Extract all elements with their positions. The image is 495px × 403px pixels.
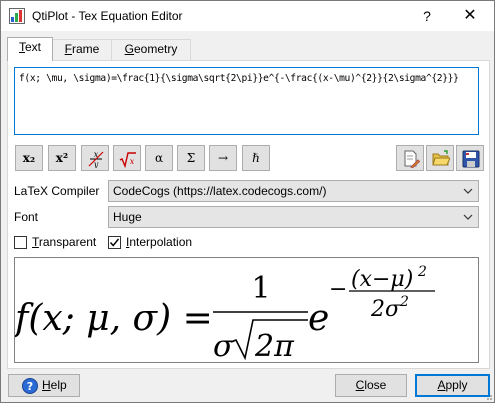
tab-geometry-mnemonic: G — [124, 42, 134, 56]
qtiplot-app-icon — [9, 8, 25, 24]
math-symbols-button[interactable]: ℏ — [242, 145, 270, 171]
exponent-denominator: 2σ — [370, 297, 401, 322]
window-title: QtiPlot - Tex Equation Editor — [32, 9, 183, 23]
superscript-icon: x² — [55, 151, 69, 165]
exponent-numerator: (x−μ) — [351, 267, 413, 292]
svg-text:?: ? — [27, 380, 33, 393]
exponential-e: e — [308, 298, 329, 339]
tab-text[interactable]: Text — [7, 37, 53, 61]
clear-document-icon — [404, 150, 420, 168]
transparent-checkbox-label: Transparent — [32, 235, 96, 249]
save-file-button[interactable] — [456, 145, 484, 171]
fraction-button[interactable]: x y — [81, 145, 109, 171]
help-label-text: elp — [50, 378, 67, 392]
tab-geometry-label: eometry — [133, 42, 178, 56]
sigma-icon: Σ — [186, 151, 196, 165]
title-bar: QtiPlot - Tex Equation Editor ? ✕ — [1, 1, 494, 31]
latex-source-editor[interactable]: f(x; \mu, \sigma)=\frac{1}{\sigma\sqrt{2… — [14, 67, 479, 135]
help-mnemonic: H — [42, 378, 51, 392]
rendered-equation: f(x; μ, σ) = 1 σ 2π e − (x−μ) 2 2σ 2 — [15, 264, 435, 362]
denominator-sqrt-content: 2π — [254, 329, 295, 362]
help-title-button[interactable]: ? — [417, 6, 437, 26]
size-grip-icon[interactable] — [483, 391, 493, 401]
exponent-numerator-power: 2 — [417, 264, 427, 280]
help-icon: ? — [22, 378, 38, 394]
chevron-down-icon — [463, 214, 473, 220]
font-size-value: Huge — [113, 210, 142, 224]
fraction-icon: x y — [88, 150, 104, 168]
tab-frame[interactable]: Frame — [52, 39, 112, 60]
hbar-icon: ℏ — [252, 151, 260, 165]
save-disk-icon — [462, 150, 480, 168]
square-root-icon: x — [119, 152, 136, 168]
subscript-icon: x₂ — [22, 151, 36, 165]
svg-text:x: x — [130, 157, 135, 166]
latex-compiler-value: CodeCogs (https://latex.codecogs.com/) — [113, 184, 327, 198]
transparent-label-text: ransparent — [38, 235, 97, 249]
superscript-button[interactable]: x² — [48, 145, 76, 171]
denominator-sigma: σ — [213, 329, 235, 362]
greek-uppercase-button[interactable]: Σ — [177, 145, 205, 171]
transparent-checkbox-box[interactable] — [14, 236, 27, 249]
apply-button[interactable]: Apply — [415, 374, 490, 397]
open-file-button[interactable] — [426, 145, 454, 171]
clear-button[interactable] — [396, 145, 424, 171]
font-size-select[interactable]: Huge — [108, 206, 479, 228]
tab-text-label: ext — [24, 40, 41, 54]
latex-compiler-label: LaTeX Compiler — [14, 184, 100, 198]
exponent-minus: − — [329, 277, 347, 302]
open-folder-icon — [432, 150, 450, 166]
tab-frame-label: rame — [72, 42, 100, 56]
equation-lhs: f(x; μ, σ) = — [15, 298, 213, 339]
close-button[interactable]: Close — [335, 374, 407, 397]
apply-mnemonic: A — [437, 378, 446, 392]
subscript-button[interactable]: x₂ — [15, 145, 43, 171]
transparent-mnemonic: T — [32, 235, 39, 249]
interpolation-label-text: nterpolation — [129, 235, 193, 249]
apply-label-text: pply — [445, 378, 468, 392]
square-root-button[interactable]: x — [113, 145, 141, 171]
help-button[interactable]: ? Help — [8, 374, 80, 397]
interpolation-checkbox-box[interactable] — [108, 236, 121, 249]
latex-compiler-select[interactable]: CodeCogs (https://latex.codecogs.com/) — [108, 180, 479, 202]
exponent-denominator-power: 2 — [399, 294, 409, 310]
greek-lowercase-button[interactable]: α — [145, 145, 173, 171]
fraction-numerator: 1 — [251, 271, 270, 306]
chevron-down-icon — [463, 188, 473, 194]
close-label-text: lose — [364, 378, 387, 392]
alpha-icon: α — [154, 151, 164, 165]
tab-geometry[interactable]: Geometry — [111, 39, 191, 60]
equation-preview: f(x; μ, σ) = 1 σ 2π e − (x−μ) 2 2σ 2 — [14, 257, 479, 363]
right-arrow-icon: → — [217, 151, 229, 165]
font-label: Font — [14, 210, 39, 224]
checkmark-icon — [109, 238, 120, 247]
arrows-button[interactable]: → — [209, 145, 237, 171]
tab-frame-mnemonic: F — [64, 42, 72, 56]
interpolation-checkbox-label: Interpolation — [126, 235, 192, 249]
close-title-button[interactable]: ✕ — [458, 6, 482, 26]
tex-equation-editor-window: QtiPlot - Tex Equation Editor ? ✕ Text F… — [0, 0, 495, 403]
help-button-label: Help — [42, 375, 67, 396]
